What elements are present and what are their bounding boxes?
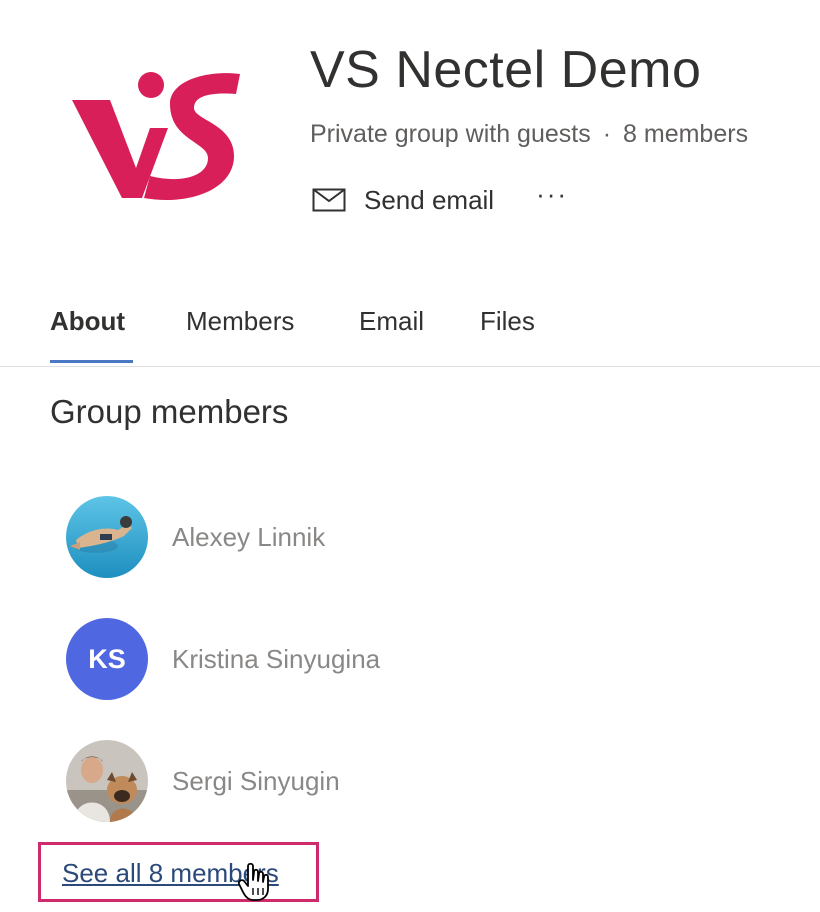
header-actions: Send email ··· — [312, 179, 568, 220]
member-item[interactable]: Alexey Linnik — [66, 496, 325, 578]
member-name: Kristina Sinyugina — [172, 643, 381, 674]
tab-bar: About Members Email Files — [0, 296, 820, 367]
swimmer-photo-icon — [66, 496, 148, 578]
member-count: 8 members — [623, 120, 749, 148]
active-tab-indicator — [50, 360, 133, 363]
privacy-label: Private group with guests — [310, 120, 591, 148]
group-subtitle: Private group with guests · 8 members — [310, 120, 748, 149]
avatar: KS — [66, 618, 148, 700]
tab-files[interactable]: Files — [480, 306, 535, 337]
avatar — [66, 496, 148, 578]
member-name: Alexey Linnik — [172, 521, 326, 552]
separator: · — [602, 120, 612, 148]
send-email-label: Send email — [364, 184, 495, 215]
group-title: VS Nectel Demo — [310, 41, 702, 99]
tab-email[interactable]: Email — [359, 306, 424, 337]
send-email-button[interactable]: Send email — [312, 185, 494, 216]
mail-icon — [312, 188, 346, 212]
section-title: Group members — [50, 393, 289, 430]
tab-about[interactable]: About — [50, 306, 125, 337]
man-with-dog-photo-icon — [66, 740, 148, 822]
vs-logo-icon — [72, 72, 240, 201]
tab-members[interactable]: Members — [186, 306, 294, 337]
member-item[interactable]: Sergi Sinyugin — [66, 740, 340, 822]
hand-cursor-icon — [238, 862, 269, 901]
member-item[interactable]: KS Kristina Sinyugina — [66, 618, 380, 700]
member-name: Sergi Sinyugin — [172, 765, 340, 796]
group-logo — [58, 60, 248, 210]
more-options-button[interactable]: ··· — [536, 179, 568, 210]
avatar — [66, 740, 148, 822]
